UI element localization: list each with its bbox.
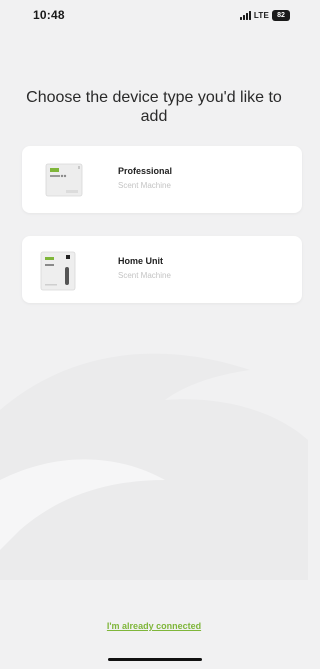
home-indicator[interactable] bbox=[108, 658, 202, 661]
already-connected-link[interactable]: I'm already connected bbox=[0, 621, 308, 631]
page-title: Choose the device type you'd like to add bbox=[26, 89, 282, 125]
device-card-title: Professional bbox=[118, 166, 173, 176]
device-card-professional[interactable]: Professional Scent Machine bbox=[22, 146, 302, 213]
professional-scent-machine-image bbox=[45, 163, 83, 197]
home-unit-scent-machine-image bbox=[40, 251, 76, 291]
device-card-title: Home Unit bbox=[118, 256, 163, 266]
battery-level: 82 bbox=[277, 11, 285, 19]
background-swoosh-graphic bbox=[0, 353, 308, 580]
signal-bars-icon bbox=[239, 10, 251, 20]
battery-icon: 82 bbox=[272, 9, 290, 21]
add-device-screen: 10:48 LTE 82 Choose the device type you'… bbox=[0, 0, 308, 669]
device-card-subtitle: Scent Machine bbox=[118, 271, 171, 280]
status-time: 10:48 bbox=[33, 8, 65, 22]
device-card-subtitle: Scent Machine bbox=[118, 181, 171, 190]
network-type-label: LTE bbox=[253, 10, 269, 20]
device-card-home-unit[interactable]: Home Unit Scent Machine bbox=[22, 236, 302, 303]
status-indicators: LTE 82 bbox=[239, 9, 290, 21]
status-bar: 10:48 LTE 82 bbox=[0, 0, 308, 30]
